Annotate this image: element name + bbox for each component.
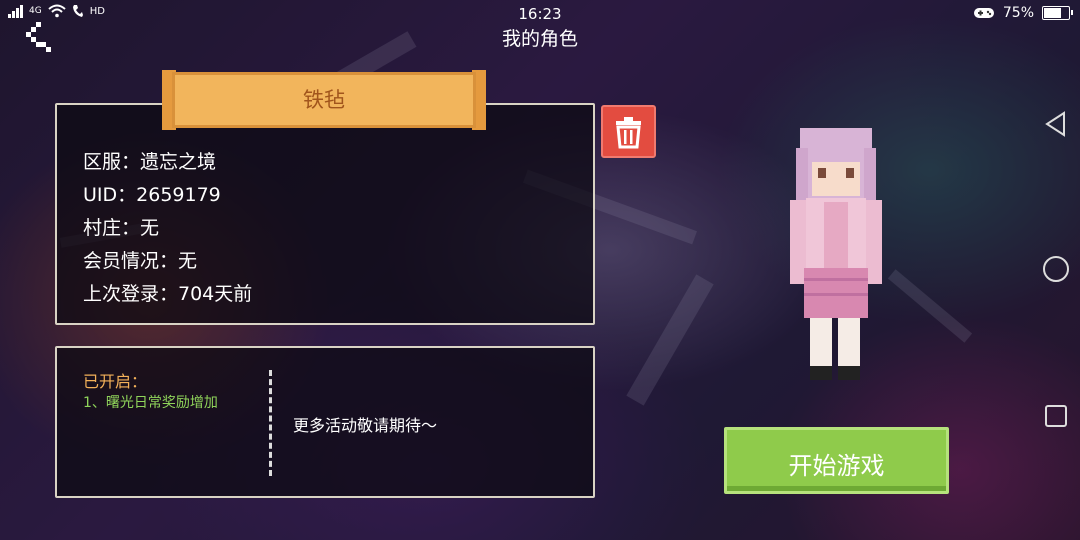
- info-village: 村庄：无: [83, 217, 160, 239]
- activity-heading: 已开启：: [83, 372, 148, 391]
- nav-back-button[interactable]: [1042, 110, 1070, 138]
- delete-character-button[interactable]: [601, 105, 656, 158]
- info-server: 区服：遗忘之境: [83, 151, 217, 173]
- activity-item: 1、曙光日常奖励增加: [83, 395, 218, 411]
- info-last-login: 上次登录：704天前: [83, 283, 253, 305]
- activity-more-text: 更多活动敬请期待～: [293, 416, 438, 435]
- character-avatar: [780, 128, 888, 388]
- system-nav-bar: [1020, 100, 1080, 440]
- activity-divider: [269, 370, 272, 476]
- battery-icon: [1042, 6, 1073, 20]
- start-game-button[interactable]: 开始游戏: [724, 427, 949, 494]
- square-recent-icon: [1045, 405, 1067, 427]
- info-membership: 会员情况：无: [83, 250, 198, 272]
- activity-panel: 已开启： 1、曙光日常奖励增加 更多活动敬请期待～: [55, 346, 595, 498]
- trash-icon: [616, 117, 641, 149]
- character-name-banner: 铁毡: [162, 70, 486, 130]
- gamepad-icon: [973, 8, 994, 18]
- nav-recent-button[interactable]: [1042, 402, 1070, 430]
- battery-percent: 75%: [1002, 5, 1034, 21]
- character-name: 铁毡: [303, 88, 345, 112]
- character-info-panel: 区服：遗忘之境 UID：2659179 村庄：无 会员情况：无 上次登录：704…: [55, 103, 595, 325]
- page-title: 我的角色: [501, 28, 578, 50]
- circle-home-icon: [1043, 256, 1069, 282]
- triangle-back-icon: [1045, 111, 1065, 137]
- clock: 16:23: [518, 5, 562, 23]
- nav-home-button[interactable]: [1042, 255, 1070, 283]
- start-game-label: 开始游戏: [788, 452, 885, 480]
- info-uid: UID：2659179: [83, 184, 221, 206]
